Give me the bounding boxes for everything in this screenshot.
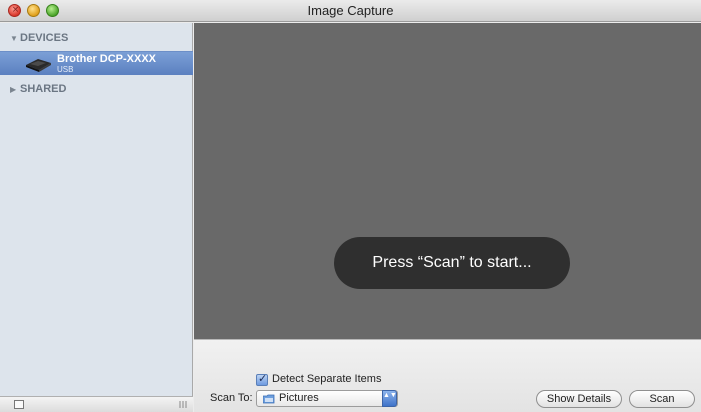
sidebar-bottom-bar [0, 396, 193, 412]
scan-button[interactable]: Scan [629, 390, 695, 408]
scan-prompt-hud: Press “Scan” to start... [334, 237, 570, 289]
device-connection: USB [57, 65, 74, 74]
detect-separate-items-checkbox[interactable]: ✓ [256, 372, 268, 386]
disclosure-triangle-icon[interactable]: ▶ [10, 85, 20, 94]
scanner-icon [26, 59, 51, 72]
devices-header[interactable]: ▼ DEVICES [10, 32, 68, 44]
detect-separate-items-label[interactable]: Detect Separate Items [272, 373, 381, 385]
checkmark-icon: ✓ [258, 372, 268, 385]
sidebar-item-brother-scanner[interactable]: Brother DCP-XXXX USB [0, 51, 193, 75]
popup-arrows-icon[interactable]: ▲▼ [382, 390, 397, 407]
sidebar: ▼ DEVICES Brother DCP-XXXX USB ▶ SHARED [0, 23, 193, 412]
image-capture-window: × Image Capture ▼ DEVICES Brother DCP-XXX… [0, 0, 701, 412]
scan-to-popup[interactable]: Pictures ▲▼ [256, 390, 398, 407]
scan-controls-panel: ✓ Detect Separate Items Scan To: Picture… [194, 339, 701, 412]
devices-header-label: DEVICES [20, 32, 69, 44]
device-name: Brother DCP-XXXX [57, 53, 157, 65]
shared-header-label: SHARED [20, 83, 67, 95]
scan-to-label: Scan To: [210, 392, 253, 404]
disclosure-triangle-icon[interactable]: ▼ [10, 34, 20, 43]
title-bar[interactable]: × Image Capture [0, 0, 701, 22]
folder-icon [263, 394, 275, 404]
scan-preview-area[interactable]: Press “Scan” to start... [194, 23, 701, 339]
scan-to-value: Pictures [279, 392, 319, 404]
shared-header[interactable]: ▶ SHARED [10, 83, 66, 95]
window-title: Image Capture [307, 3, 394, 18]
resize-grip-icon[interactable] [179, 400, 187, 409]
show-details-button[interactable]: Show Details [536, 390, 622, 408]
sidebar-action-button[interactable] [14, 400, 24, 409]
